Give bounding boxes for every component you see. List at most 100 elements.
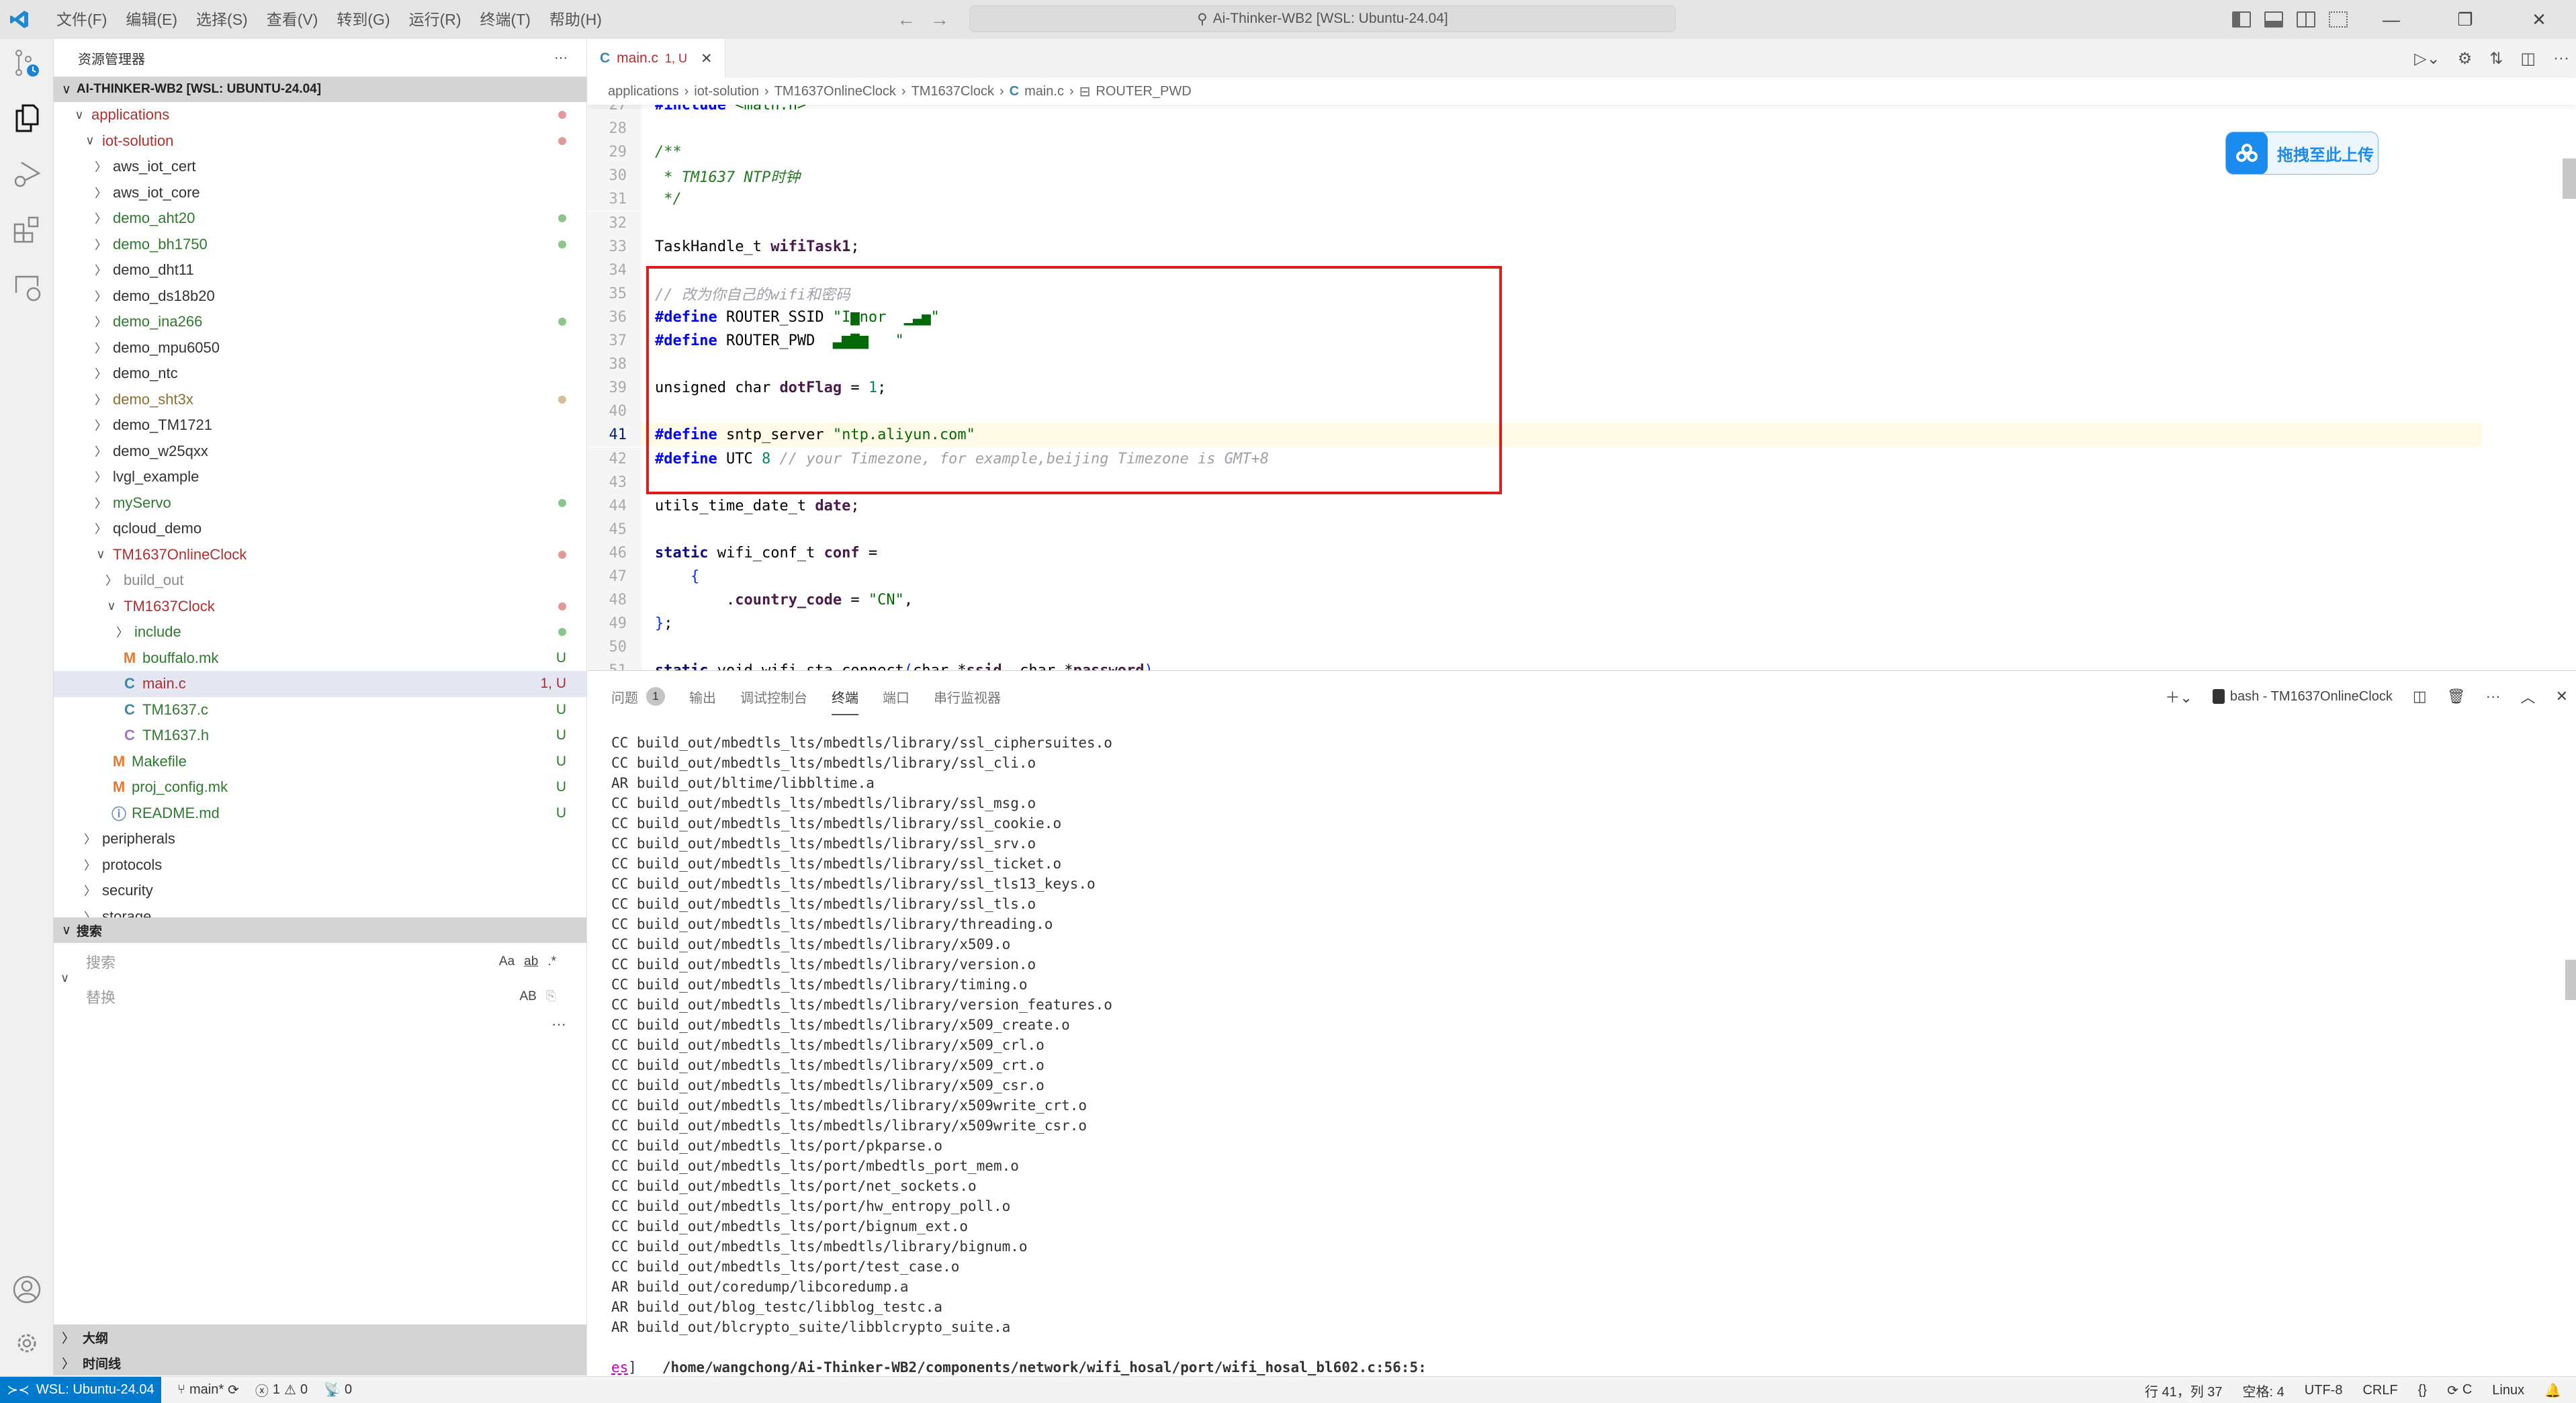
toggle-primary-sidebar-icon[interactable]: [2232, 11, 2251, 28]
tree-item[interactable]: 〉 include: [54, 619, 586, 645]
tree-item[interactable]: 〉 demo_sht3x: [54, 387, 586, 413]
menu-run[interactable]: 运行(R): [400, 0, 471, 39]
breadcrumb-item[interactable]: ROUTER_PWD: [1096, 84, 1191, 99]
warning-flag-link[interactable]: es: [611, 1359, 628, 1375]
settings-gear-icon[interactable]: ⚙: [2458, 49, 2473, 69]
breadcrumb-item[interactable]: TM1637Clock: [912, 84, 994, 99]
match-case-icon[interactable]: Aa: [499, 954, 515, 969]
tab-ports[interactable]: 端口: [883, 683, 909, 710]
code-line[interactable]: 44 utils_time_date_t date;: [588, 494, 2482, 518]
close-window-button[interactable]: ✕: [2502, 0, 2576, 39]
forward-arrow-icon[interactable]: →: [930, 9, 949, 30]
code-line[interactable]: 27 #include <math.h>: [588, 105, 2482, 117]
menu-file[interactable]: 文件(F): [47, 0, 116, 39]
maximize-panel-chevron-up-icon[interactable]: ︿: [2521, 686, 2536, 707]
split-terminal-icon[interactable]: ◫: [2413, 688, 2427, 705]
back-arrow-icon[interactable]: ←: [897, 9, 916, 30]
tree-item[interactable]: ∨ iot-solution: [54, 128, 586, 154]
tab-serial-monitor[interactable]: 串行监视器: [934, 683, 1001, 710]
menu-go[interactable]: 转到(G): [327, 0, 399, 39]
customize-layout-icon[interactable]: [2329, 11, 2348, 28]
code-line[interactable]: 47 {: [588, 565, 2482, 588]
close-tab-icon[interactable]: ✕: [701, 50, 713, 67]
more-actions-icon[interactable]: ···: [2553, 49, 2569, 68]
tab-main-c[interactable]: C main.c 1, U ✕: [588, 39, 725, 78]
split-editor-icon[interactable]: ◫: [2520, 49, 2536, 69]
tree-item[interactable]: 〉 demo_mpu6050: [54, 335, 586, 361]
terminal-output[interactable]: CC build_out/mbedtls_lts/mbedtls/library…: [611, 733, 2559, 1396]
timeline-section-header[interactable]: 〉 时间线: [54, 1350, 586, 1375]
terminal-scrollbar[interactable]: [2565, 960, 2576, 1000]
manage-gear-icon[interactable]: [12, 1328, 42, 1358]
tree-item[interactable]: 〉 protocols: [54, 852, 586, 878]
code-line[interactable]: 45: [588, 517, 2482, 541]
toggle-secondary-sidebar-icon[interactable]: [2297, 11, 2315, 28]
tab-problems[interactable]: 问题 1: [611, 683, 665, 710]
tree-item[interactable]: 〉 demo_TM1721: [54, 412, 586, 439]
git-branch[interactable]: ⑂ main* ⟳: [177, 1382, 239, 1398]
code-line[interactable]: 32: [588, 211, 2482, 235]
ports-indicator[interactable]: 📡 0: [324, 1382, 352, 1398]
code-line[interactable]: 33 TaskHandle_t wifiTask1;: [588, 234, 2482, 259]
run-debug-dropdown-icon[interactable]: ▷⌄: [2414, 49, 2440, 69]
tree-item[interactable]: ⓘ README.md U: [54, 801, 586, 827]
close-panel-icon[interactable]: ✕: [2556, 688, 2568, 705]
tree-item[interactable]: 〉 aws_iot_core: [54, 180, 586, 206]
tree-item[interactable]: 〉 demo_bh1750: [54, 232, 586, 258]
explorer-more-button[interactable]: ···: [554, 50, 568, 66]
code-line[interactable]: 48 .country_code = "CN",: [588, 588, 2482, 613]
preserve-case-icon[interactable]: AB: [519, 989, 536, 1004]
accounts-icon[interactable]: [12, 1275, 42, 1304]
encoding[interactable]: UTF-8: [2305, 1383, 2343, 1398]
workspace-section-header[interactable]: ∨ AI-THINKER-WB2 [WSL: UBUNTU-24.04]: [54, 77, 586, 102]
code-line[interactable]: 51static void wifi_sta_connect(char *ssi…: [588, 659, 2482, 670]
editor-scrollbar[interactable]: [2563, 159, 2576, 199]
kill-terminal-trash-icon[interactable]: 🗑: [2447, 688, 2466, 705]
tree-item[interactable]: 〉 peripherals: [54, 826, 586, 852]
remote-explorer-icon[interactable]: [12, 273, 42, 302]
menu-view[interactable]: 查看(V): [257, 0, 328, 39]
code-line[interactable]: 31 */: [588, 187, 2482, 212]
breadcrumb-item[interactable]: TM1637OnlineClock: [774, 84, 896, 99]
platform[interactable]: Linux: [2492, 1383, 2524, 1398]
menu-edit[interactable]: 编辑(E): [116, 0, 187, 39]
panel-more-icon[interactable]: ···: [2486, 688, 2501, 705]
code-line[interactable]: 50: [588, 635, 2482, 660]
tree-item[interactable]: 〉 demo_dht11: [54, 257, 586, 283]
new-terminal-icon[interactable]: ＋⌄: [2165, 686, 2192, 707]
drag-upload-button[interactable]: 拖拽至此上传: [2225, 132, 2379, 175]
extensions-icon[interactable]: [12, 215, 42, 244]
tree-item[interactable]: C TM1637.c U: [54, 697, 586, 723]
match-whole-word-icon[interactable]: ab: [524, 954, 538, 969]
code-line[interactable]: 46 static wifi_conf_t conf =: [588, 541, 2482, 565]
replace-input[interactable]: 替换 AB ⎘: [86, 983, 556, 1010]
tree-item[interactable]: M Makefile U: [54, 749, 586, 775]
menu-terminal[interactable]: 终端(T): [471, 0, 540, 39]
tab-debug-console[interactable]: 调试控制台: [740, 683, 807, 710]
search-input[interactable]: 搜索 Aa ab .*: [86, 948, 556, 975]
tree-item[interactable]: Mproj_config.mk U: [54, 774, 586, 801]
tree-item[interactable]: 〉 demo_aht20: [54, 206, 586, 232]
code-line[interactable]: 30 * TM1637 NTP时钟: [588, 164, 2482, 188]
toggle-replace-chevron-icon[interactable]: ∨: [60, 971, 69, 985]
tree-item[interactable]: 〉 demo_ina266: [54, 309, 586, 335]
tab-terminal[interactable]: 终端: [832, 683, 858, 715]
tree-item[interactable]: 〉 lvgl_example: [54, 464, 586, 490]
outline-section-header[interactable]: 〉 大纲: [54, 1324, 586, 1350]
run-debug-icon[interactable]: [12, 160, 42, 189]
replace-all-icon[interactable]: ⎘: [546, 989, 556, 1004]
tree-item[interactable]: 〉 myServo: [54, 490, 586, 516]
tree-item[interactable]: 〉 demo_ntc: [54, 361, 586, 387]
tree-item[interactable]: C TM1637.h U: [54, 723, 586, 749]
code-line[interactable]: 28: [588, 117, 2482, 141]
restore-button[interactable]: ❐: [2428, 0, 2502, 39]
line-ending[interactable]: CRLF: [2362, 1383, 2397, 1398]
search-section-header[interactable]: ∨ 搜索: [54, 917, 586, 943]
search-details-more-icon[interactable]: ···: [551, 1015, 566, 1033]
language-mode[interactable]: ⟳ C: [2447, 1382, 2472, 1399]
sync-icon[interactable]: ⟳: [228, 1382, 239, 1398]
toggle-panel-icon[interactable]: [2264, 11, 2283, 28]
tree-item[interactable]: 〉 demo_ds18b20: [54, 283, 586, 310]
use-regex-icon[interactable]: .*: [547, 954, 556, 969]
tree-item[interactable]: ∨ TM1637Clock: [54, 594, 586, 620]
